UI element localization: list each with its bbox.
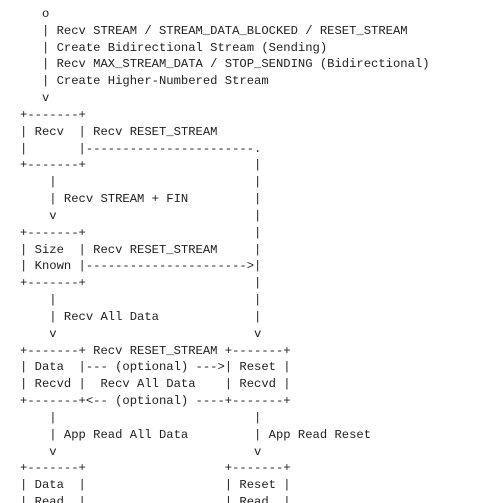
state-diagram: o | Recv STREAM / STREAM_DATA_BLOCKED / … <box>0 0 503 503</box>
